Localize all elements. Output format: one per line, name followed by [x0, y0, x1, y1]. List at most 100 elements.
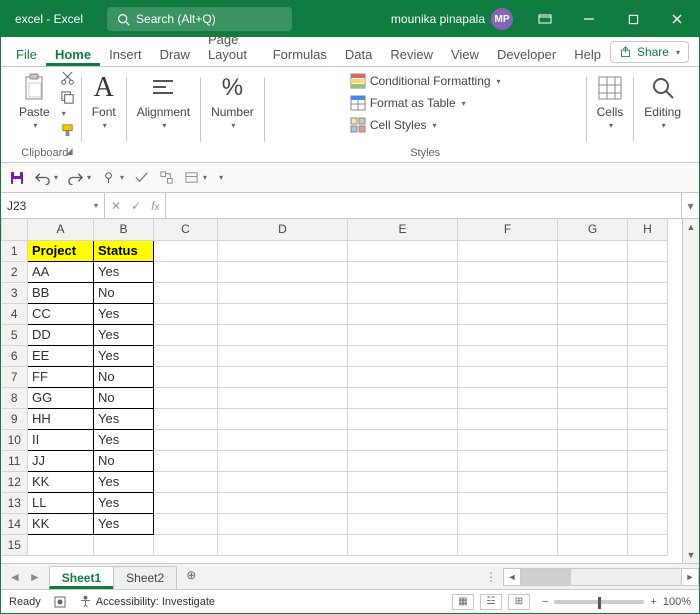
cell-D7[interactable] — [218, 366, 348, 387]
share-button[interactable]: Share ▾ — [610, 41, 689, 63]
tab-help[interactable]: Help — [565, 42, 610, 66]
zoom-level[interactable]: 100% — [663, 596, 691, 608]
cell-E13[interactable] — [348, 492, 458, 513]
view-page-break-icon[interactable]: ⊞ — [508, 594, 530, 610]
qat-customize-icon[interactable]: ▾ — [217, 173, 223, 182]
row-header-10[interactable]: 10 — [2, 429, 28, 450]
cell-F8[interactable] — [458, 387, 558, 408]
tab-split-icon[interactable]: ⋮ — [479, 570, 503, 584]
column-header-C[interactable]: C — [154, 219, 218, 240]
cell-B3[interactable]: No — [94, 282, 154, 303]
cell-F13[interactable] — [458, 492, 558, 513]
maximize-button[interactable] — [611, 1, 655, 37]
name-box[interactable]: J23 ▾ — [1, 193, 105, 218]
cell-H6[interactable] — [628, 345, 668, 366]
macro-record-icon[interactable] — [53, 595, 67, 609]
cell-D10[interactable] — [218, 429, 348, 450]
cell-E2[interactable] — [348, 261, 458, 282]
cell-H10[interactable] — [628, 429, 668, 450]
cell-F9[interactable] — [458, 408, 558, 429]
cell-C3[interactable] — [154, 282, 218, 303]
cut-icon[interactable] — [60, 71, 75, 86]
cells-button[interactable]: Cells ▾ — [593, 71, 628, 132]
cell-E12[interactable] — [348, 471, 458, 492]
cell-D2[interactable] — [218, 261, 348, 282]
paste-button[interactable]: Paste ▾ — [15, 71, 54, 132]
sheet-nav-next-icon[interactable]: ► — [29, 570, 41, 584]
cell-D11[interactable] — [218, 450, 348, 471]
cell-C2[interactable] — [154, 261, 218, 282]
cell-A5[interactable]: DD — [28, 324, 94, 345]
cell-B15[interactable] — [94, 534, 154, 555]
cell-F4[interactable] — [458, 303, 558, 324]
cell-C6[interactable] — [154, 345, 218, 366]
cell-D8[interactable] — [218, 387, 348, 408]
cell-H14[interactable] — [628, 513, 668, 534]
scroll-left-icon[interactable]: ◄ — [503, 568, 521, 586]
row-header-12[interactable]: 12 — [2, 471, 28, 492]
cell-D9[interactable] — [218, 408, 348, 429]
cell-A4[interactable]: CC — [28, 303, 94, 324]
cell-H13[interactable] — [628, 492, 668, 513]
cell-D12[interactable] — [218, 471, 348, 492]
cell-E8[interactable] — [348, 387, 458, 408]
tab-formulas[interactable]: Formulas — [264, 42, 336, 66]
cell-F5[interactable] — [458, 324, 558, 345]
cell-G8[interactable] — [558, 387, 628, 408]
cell-A12[interactable]: KK — [28, 471, 94, 492]
cell-A13[interactable]: LL — [28, 492, 94, 513]
cell-D1[interactable] — [218, 240, 348, 261]
cell-C8[interactable] — [154, 387, 218, 408]
qat-icon-3[interactable]: ▾ — [184, 170, 207, 185]
cell-G3[interactable] — [558, 282, 628, 303]
formula-bar[interactable] — [166, 193, 681, 218]
cell-H4[interactable] — [628, 303, 668, 324]
cell-G10[interactable] — [558, 429, 628, 450]
cell-F1[interactable] — [458, 240, 558, 261]
user-account[interactable]: mounika pinapala MP — [391, 8, 513, 30]
zoom-in-icon[interactable]: + — [650, 596, 656, 608]
cell-B13[interactable]: Yes — [94, 492, 154, 513]
cell-D14[interactable] — [218, 513, 348, 534]
sheet-tab-sheet2[interactable]: Sheet2 — [113, 566, 177, 589]
cell-B7[interactable]: No — [94, 366, 154, 387]
row-header-1[interactable]: 1 — [2, 240, 28, 261]
cell-E7[interactable] — [348, 366, 458, 387]
cell-D3[interactable] — [218, 282, 348, 303]
cell-E4[interactable] — [348, 303, 458, 324]
cell-D13[interactable] — [218, 492, 348, 513]
undo-icon[interactable]: ▾ — [35, 170, 58, 185]
row-header-11[interactable]: 11 — [2, 450, 28, 471]
column-header-G[interactable]: G — [558, 219, 628, 240]
column-header-F[interactable]: F — [458, 219, 558, 240]
cell-B1[interactable]: Status — [94, 240, 154, 261]
tab-draw[interactable]: Draw — [151, 42, 199, 66]
cell-E9[interactable] — [348, 408, 458, 429]
cell-B6[interactable]: Yes — [94, 345, 154, 366]
cell-E6[interactable] — [348, 345, 458, 366]
cell-G11[interactable] — [558, 450, 628, 471]
cell-B12[interactable]: Yes — [94, 471, 154, 492]
copy-icon[interactable]: ▾ — [60, 90, 75, 119]
cell-H5[interactable] — [628, 324, 668, 345]
font-button[interactable]: A Font ▾ — [88, 71, 120, 132]
cell-C7[interactable] — [154, 366, 218, 387]
alignment-button[interactable]: Alignment ▾ — [133, 71, 194, 132]
qat-icon-2[interactable] — [159, 170, 174, 185]
cell-B9[interactable]: Yes — [94, 408, 154, 429]
cell-G5[interactable] — [558, 324, 628, 345]
format-as-table-button[interactable]: Format as Table▾ — [350, 95, 501, 111]
save-icon[interactable] — [9, 170, 25, 186]
row-header-8[interactable]: 8 — [2, 387, 28, 408]
minimize-button[interactable] — [567, 1, 611, 37]
select-all-corner[interactable] — [2, 219, 28, 240]
scroll-up-icon[interactable]: ▲ — [683, 219, 699, 235]
row-header-13[interactable]: 13 — [2, 492, 28, 513]
tab-insert[interactable]: Insert — [100, 42, 151, 66]
cell-E14[interactable] — [348, 513, 458, 534]
cell-F14[interactable] — [458, 513, 558, 534]
cell-styles-button[interactable]: Cell Styles▾ — [350, 117, 501, 133]
vertical-scrollbar[interactable]: ▲ ▼ — [682, 219, 699, 563]
cell-C15[interactable] — [154, 534, 218, 555]
search-box[interactable]: Search (Alt+Q) — [107, 7, 292, 31]
